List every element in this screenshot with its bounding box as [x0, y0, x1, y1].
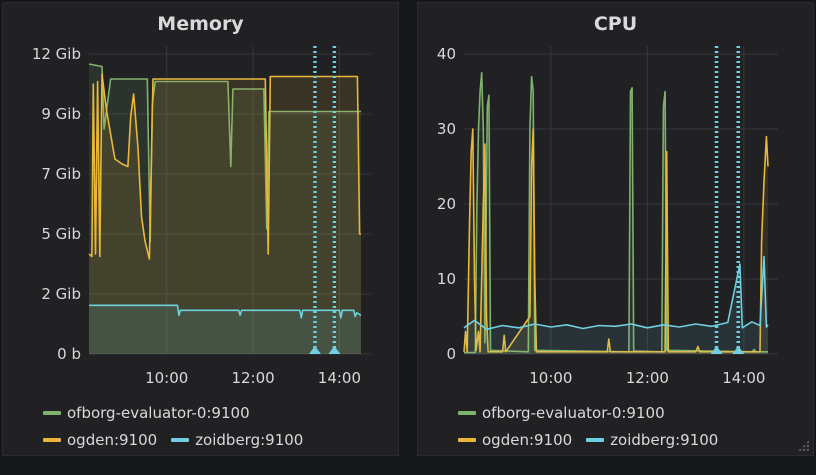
memory-legend: ofborg-evaluator-0:9100 ogden:9100 zoidb…	[43, 399, 317, 453]
legend-label-ofborg: ofborg-evaluator-0:9100	[67, 403, 250, 422]
cpu-y-tick-label: 40	[437, 45, 456, 63]
legend-label-ogden: ogden:9100	[67, 430, 158, 449]
legend-swatch-ofborg	[43, 410, 61, 415]
cpu-series-line-ofborg[interactable]	[464, 72, 768, 354]
legend-item-ogden[interactable]: ogden:9100	[458, 431, 572, 449]
legend-label-zoidberg: zoidberg:9100	[610, 430, 719, 449]
cpu-y-tick-label: 10	[437, 270, 456, 288]
memory-y-tick-label: 9 Gib	[41, 105, 81, 123]
memory-x-tick-label: 12:00	[231, 369, 274, 387]
legend-swatch-ogden	[458, 437, 476, 442]
cpu-y-tick-label: 30	[437, 120, 456, 138]
cpu-panel: CPU 0 10 20 30 40 10:00 12:00 14:00 ofborg-eval…	[417, 2, 814, 456]
memory-panel: Memory 0 b2 Gib 5 Gib 7 Gib 9 Gib 12 Gib 10:0…	[2, 2, 399, 456]
memory-x-tick-label: 14:00	[318, 369, 361, 387]
legend-label-zoidberg: zoidberg:9100	[195, 430, 304, 449]
memory-y-tick-label: 0 b	[57, 345, 81, 363]
legend-swatch-ofborg	[458, 410, 476, 415]
memory-series-fill-zoidberg	[89, 305, 361, 354]
legend-item-zoidberg[interactable]: zoidberg:9100	[586, 431, 718, 449]
memory-y-tick-label: 5 Gib	[41, 225, 81, 243]
legend-item-zoidberg[interactable]: zoidberg:9100	[171, 431, 303, 449]
memory-y-tick-label: 7 Gib	[41, 165, 81, 183]
legend-label-ofborg: ofborg-evaluator-0:9100	[482, 403, 665, 422]
cpu-series-line-zoidberg[interactable]	[463, 255, 769, 331]
cpu-series-fill-ogden	[464, 129, 768, 354]
cpu-legend: ofborg-evaluator-0:9100 ogden:9100 zoidb…	[458, 399, 732, 453]
cpu-chart: 0 10 20 30 40 10:00 12:00 14:00	[437, 45, 778, 387]
cpu-x-tick-label: 12:00	[626, 369, 669, 387]
legend-swatch-zoidberg	[171, 437, 190, 442]
cpu-series-fill-zoidberg	[464, 256, 768, 354]
cpu-series-fill-ofborg	[464, 72, 768, 355]
legend-label-ogden: ogden:9100	[482, 430, 573, 449]
cpu-series-line-ogden[interactable]	[463, 128, 769, 353]
memory-y-tick-label: 2 Gib	[41, 285, 81, 303]
legend-item-ogden[interactable]: ogden:9100	[43, 431, 157, 449]
memory-chart: 0 b 2 Gib 5 Gib 7 Gib 9 Gib 12 Gib 10:00 12:00 1…	[32, 45, 371, 387]
cpu-y-tick-label: 0	[446, 345, 456, 363]
memory-y-tick-label: 12 Gib	[32, 45, 81, 63]
legend-swatch-zoidberg	[586, 437, 605, 442]
cpu-x-tick-label: 14:00	[722, 369, 765, 387]
legend-item-ofborg[interactable]: ofborg-evaluator-0:9100	[458, 404, 665, 422]
cpu-x-tick-label: 10:00	[529, 369, 572, 387]
cpu-y-tick-label: 20	[437, 195, 456, 213]
legend-swatch-ogden	[43, 437, 61, 442]
legend-item-ofborg[interactable]: ofborg-evaluator-0:9100	[43, 404, 250, 422]
memory-x-tick-label: 10:00	[145, 369, 188, 387]
